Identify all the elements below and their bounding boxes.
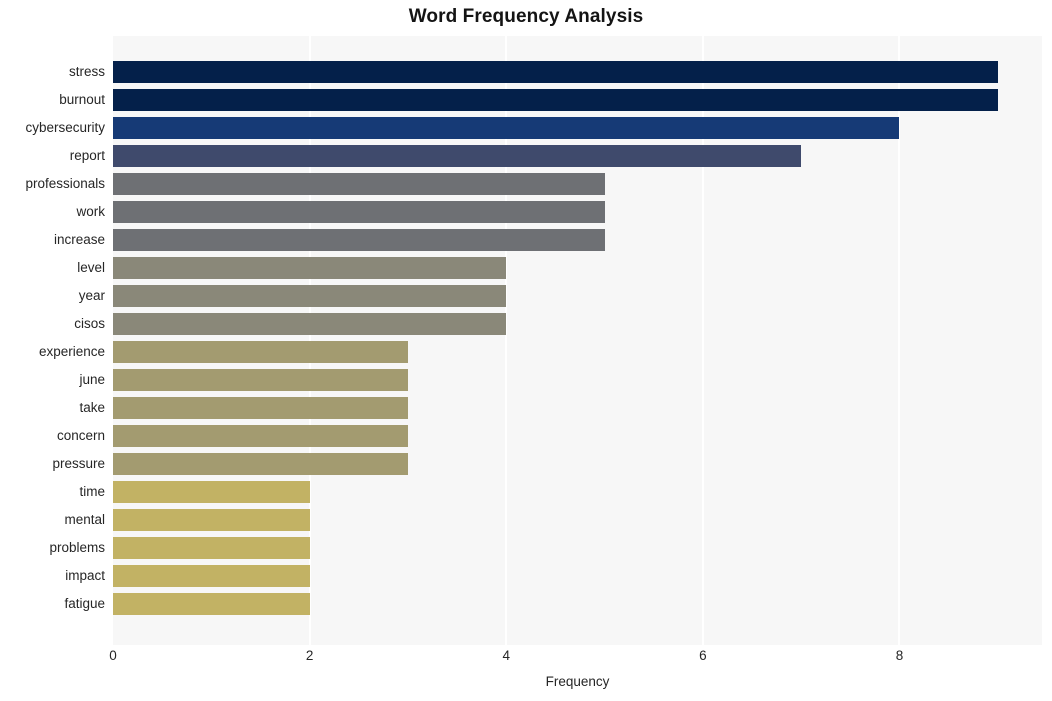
bar-row[interactable] — [113, 142, 1042, 170]
y-axis-label-report: report — [69, 148, 105, 163]
y-axis-label-cisos: cisos — [74, 316, 105, 331]
bar-june[interactable] — [113, 369, 408, 391]
y-axis-label-pressure: pressure — [52, 456, 105, 471]
word-frequency-bar-chart: Word Frequency Analysis stress burnout cyb… — [0, 0, 1052, 701]
x-tick-8: 8 — [895, 648, 904, 663]
bar-level[interactable] — [113, 257, 507, 279]
bar-row[interactable] — [113, 86, 1042, 114]
bars-layer — [113, 36, 1042, 645]
bar-row[interactable] — [113, 58, 1042, 86]
x-tick-6: 6 — [699, 648, 707, 663]
y-axis-label-june: june — [79, 372, 105, 387]
bar-experience[interactable] — [113, 341, 408, 363]
y-axis-label-fatigue: fatigue — [64, 596, 105, 611]
bar-row[interactable] — [113, 394, 1042, 422]
y-axis-label-mental: mental — [64, 512, 105, 527]
bar-burnout[interactable] — [113, 89, 998, 111]
bar-row[interactable] — [113, 170, 1042, 198]
bar-row[interactable] — [113, 478, 1042, 506]
bar-report[interactable] — [113, 145, 802, 167]
bar-professionals[interactable] — [113, 173, 605, 195]
y-axis-label-take: take — [79, 400, 105, 415]
y-axis-label-burnout: burnout — [59, 92, 105, 107]
y-axis-label-professionals: professionals — [25, 176, 105, 191]
y-axis-label-work: work — [76, 204, 105, 219]
bar-row[interactable] — [113, 422, 1042, 450]
bar-row[interactable] — [113, 198, 1042, 226]
x-tick-0: 0 — [109, 648, 117, 663]
bar-stress[interactable] — [113, 61, 998, 83]
y-axis-label-year: year — [78, 288, 105, 303]
y-axis-label-impact: impact — [65, 568, 105, 583]
bar-cybersecurity[interactable] — [113, 117, 900, 139]
x-axis-title: Frequency — [545, 674, 610, 689]
bar-time[interactable] — [113, 481, 310, 503]
bar-row[interactable] — [113, 338, 1042, 366]
bar-row[interactable] — [113, 366, 1042, 394]
y-axis-label-increase: increase — [53, 232, 105, 247]
bar-row[interactable] — [113, 254, 1042, 282]
bar-row[interactable] — [113, 450, 1042, 478]
y-axis-label-experience: experience — [38, 344, 105, 359]
y-axis-label-level: level — [77, 260, 105, 275]
bar-cisos[interactable] — [113, 313, 507, 335]
bar-mental[interactable] — [113, 509, 310, 531]
bar-row[interactable] — [113, 562, 1042, 590]
y-axis-label-cybersecurity: cybersecurity — [25, 120, 105, 135]
bar-row[interactable] — [113, 506, 1042, 534]
bar-fatigue[interactable] — [113, 593, 310, 615]
bar-row[interactable] — [113, 114, 1042, 142]
x-tick-2: 2 — [305, 648, 314, 663]
bar-row[interactable] — [113, 590, 1042, 618]
y-axis-label-time: time — [79, 484, 105, 499]
bar-row[interactable] — [113, 310, 1042, 338]
bar-year[interactable] — [113, 285, 507, 307]
x-tick-4: 4 — [502, 648, 510, 663]
bar-row[interactable] — [113, 534, 1042, 562]
bar-problems[interactable] — [113, 537, 310, 559]
bar-take[interactable] — [113, 397, 408, 419]
y-axis-label-problems: problems — [49, 540, 105, 555]
bar-increase[interactable] — [113, 229, 605, 251]
bar-work[interactable] — [113, 201, 605, 223]
x-axis-tick-labels: 0 2 4 6 8 — [109, 648, 1042, 670]
y-axis-label-stress: stress — [68, 64, 105, 79]
y-axis-category-labels: stress burnout cybersecurity report professi… — [0, 36, 105, 645]
y-axis-label-concern: concern — [56, 428, 105, 443]
bar-pressure[interactable] — [113, 453, 408, 475]
bar-row[interactable] — [113, 282, 1042, 310]
bar-concern[interactable] — [113, 425, 408, 447]
chart-title: Word Frequency Analysis — [408, 6, 644, 27]
bar-impact[interactable] — [113, 565, 310, 587]
bar-row[interactable] — [113, 226, 1042, 254]
